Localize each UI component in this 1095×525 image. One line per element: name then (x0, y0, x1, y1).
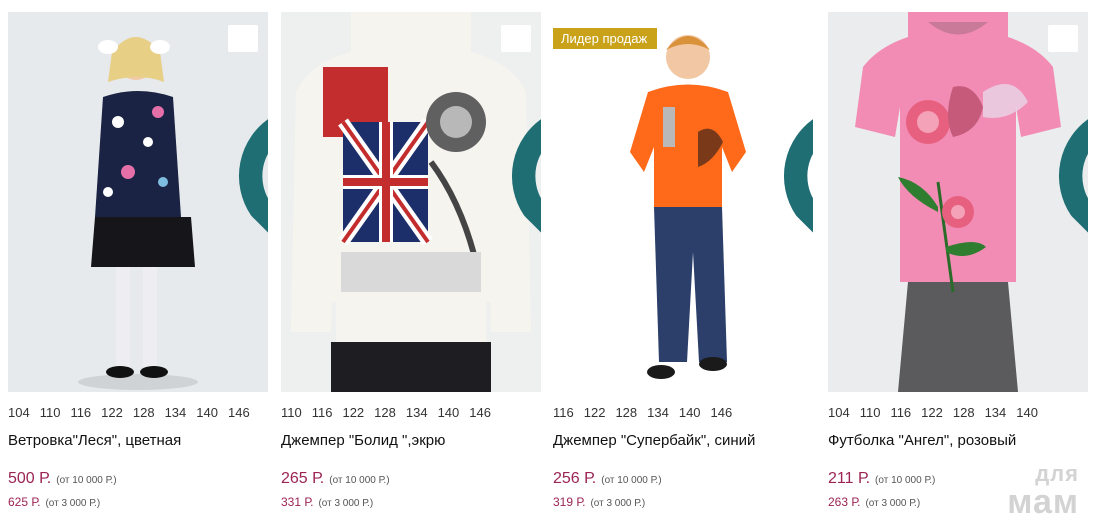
favorite-button[interactable] (228, 25, 268, 233)
size-list: 104 110 116 122 128 134 140 146 (8, 405, 260, 420)
size-option[interactable]: 146 (711, 405, 733, 420)
price-value: 211 Р. (828, 470, 871, 487)
product-photo[interactable]: Лидер продаж (553, 12, 813, 392)
product-title[interactable]: Джемпер "Болид ",экрю (281, 432, 445, 449)
product-card[interactable]: 104 110 116 122 128 134 140 Футболка "Ангел", … (828, 12, 1088, 517)
price-wholesale: 500 Р. (от 10 000 Р.) (8, 470, 117, 488)
price-small-wholesale: 331 Р. (от 3 000 Р.) (281, 493, 373, 511)
price-value: 500 Р. (8, 470, 52, 487)
price-condition: (от 10 000 Р.) (601, 475, 662, 486)
favorite-button[interactable] (1048, 25, 1088, 233)
size-list: 110 116 122 128 134 140 146 (281, 405, 501, 420)
price-small-wholesale: 263 Р. (от 3 000 Р.) (828, 493, 920, 511)
size-option[interactable]: 116 (890, 405, 911, 420)
price-value: 265 Р. (281, 470, 325, 487)
price-wholesale: 211 Р. (от 10 000 Р.) (828, 470, 935, 488)
size-option[interactable]: 104 (828, 405, 850, 420)
size-option[interactable]: 128 (615, 405, 637, 420)
price-value: 319 Р. (553, 495, 586, 509)
product-photo[interactable] (281, 12, 541, 392)
bestseller-badge: Лидер продаж (553, 28, 658, 49)
favorite-button[interactable] (773, 25, 813, 233)
size-option[interactable]: 134 (647, 405, 669, 420)
price-condition: (от 3 000 Р.) (318, 498, 374, 509)
size-option[interactable]: 128 (133, 405, 155, 420)
price-value: 256 Р. (553, 470, 597, 487)
size-option[interactable]: 134 (406, 405, 428, 420)
size-option[interactable]: 140 (679, 405, 701, 420)
price-small-wholesale: 319 Р. (от 3 000 Р.) (553, 493, 645, 511)
size-option[interactable]: 110 (281, 405, 302, 420)
watermark-line-1: для (1035, 461, 1079, 486)
price-condition: (от 3 000 Р.) (865, 498, 921, 509)
product-photo[interactable] (828, 12, 1088, 392)
heart-icon (1059, 119, 1088, 233)
price-small-wholesale: 625 Р. (от 3 000 Р.) (8, 493, 100, 511)
price-wholesale: 265 Р. (от 10 000 Р.) (281, 470, 390, 488)
product-card[interactable]: 104 110 116 122 128 134 140 146 Ветровка"Леся",… (8, 12, 268, 517)
price-condition: (от 10 000 Р.) (875, 475, 936, 486)
size-option[interactable]: 140 (196, 405, 218, 420)
price-value: 263 Р. (828, 495, 861, 509)
size-option[interactable]: 104 (8, 405, 30, 420)
size-option[interactable]: 110 (860, 405, 881, 420)
price-value: 625 Р. (8, 495, 41, 509)
size-option[interactable]: 146 (228, 405, 250, 420)
product-title[interactable]: Джемпер "Супербайк", синий (553, 432, 755, 449)
size-option[interactable]: 122 (101, 405, 123, 420)
watermark-line-2: мам (1007, 483, 1079, 521)
size-option[interactable]: 116 (312, 405, 333, 420)
heart-icon (784, 119, 813, 233)
product-title[interactable]: Ветровка"Леся", цветная (8, 432, 181, 449)
size-list: 104 110 116 122 128 134 140 (828, 405, 1048, 420)
size-option[interactable]: 140 (438, 405, 460, 420)
size-option[interactable]: 128 (953, 405, 975, 420)
price-condition: (от 10 000 Р.) (56, 475, 117, 486)
product-photo[interactable] (8, 12, 268, 392)
product-card[interactable]: 110 116 122 128 134 140 146 Джемпер "Болид ",э… (281, 12, 541, 517)
site-watermark: для мам (1007, 461, 1079, 521)
price-condition: (от 3 000 Р.) (590, 498, 646, 509)
size-option[interactable]: 134 (165, 405, 187, 420)
heart-icon (512, 119, 541, 233)
size-list: 116 122 128 134 140 146 (553, 405, 742, 420)
product-card[interactable]: Лидер продаж 116 122 128 134 140 146 Джемпер … (553, 12, 813, 517)
size-option[interactable]: 122 (342, 405, 364, 420)
size-option[interactable]: 116 (70, 405, 91, 420)
price-condition: (от 10 000 Р.) (329, 475, 390, 486)
product-title[interactable]: Футболка "Ангел", розовый (828, 432, 1016, 449)
size-option[interactable]: 122 (584, 405, 606, 420)
size-option[interactable]: 134 (985, 405, 1007, 420)
price-condition: (от 3 000 Р.) (45, 498, 101, 509)
size-option[interactable]: 140 (1016, 405, 1038, 420)
size-option[interactable]: 116 (553, 405, 574, 420)
size-option[interactable]: 122 (921, 405, 943, 420)
favorite-button[interactable] (501, 25, 541, 233)
size-option[interactable]: 110 (40, 405, 61, 420)
size-option[interactable]: 128 (374, 405, 396, 420)
price-wholesale: 256 Р. (от 10 000 Р.) (553, 470, 662, 488)
size-option[interactable]: 146 (469, 405, 491, 420)
heart-icon (239, 119, 268, 233)
price-value: 331 Р. (281, 495, 314, 509)
